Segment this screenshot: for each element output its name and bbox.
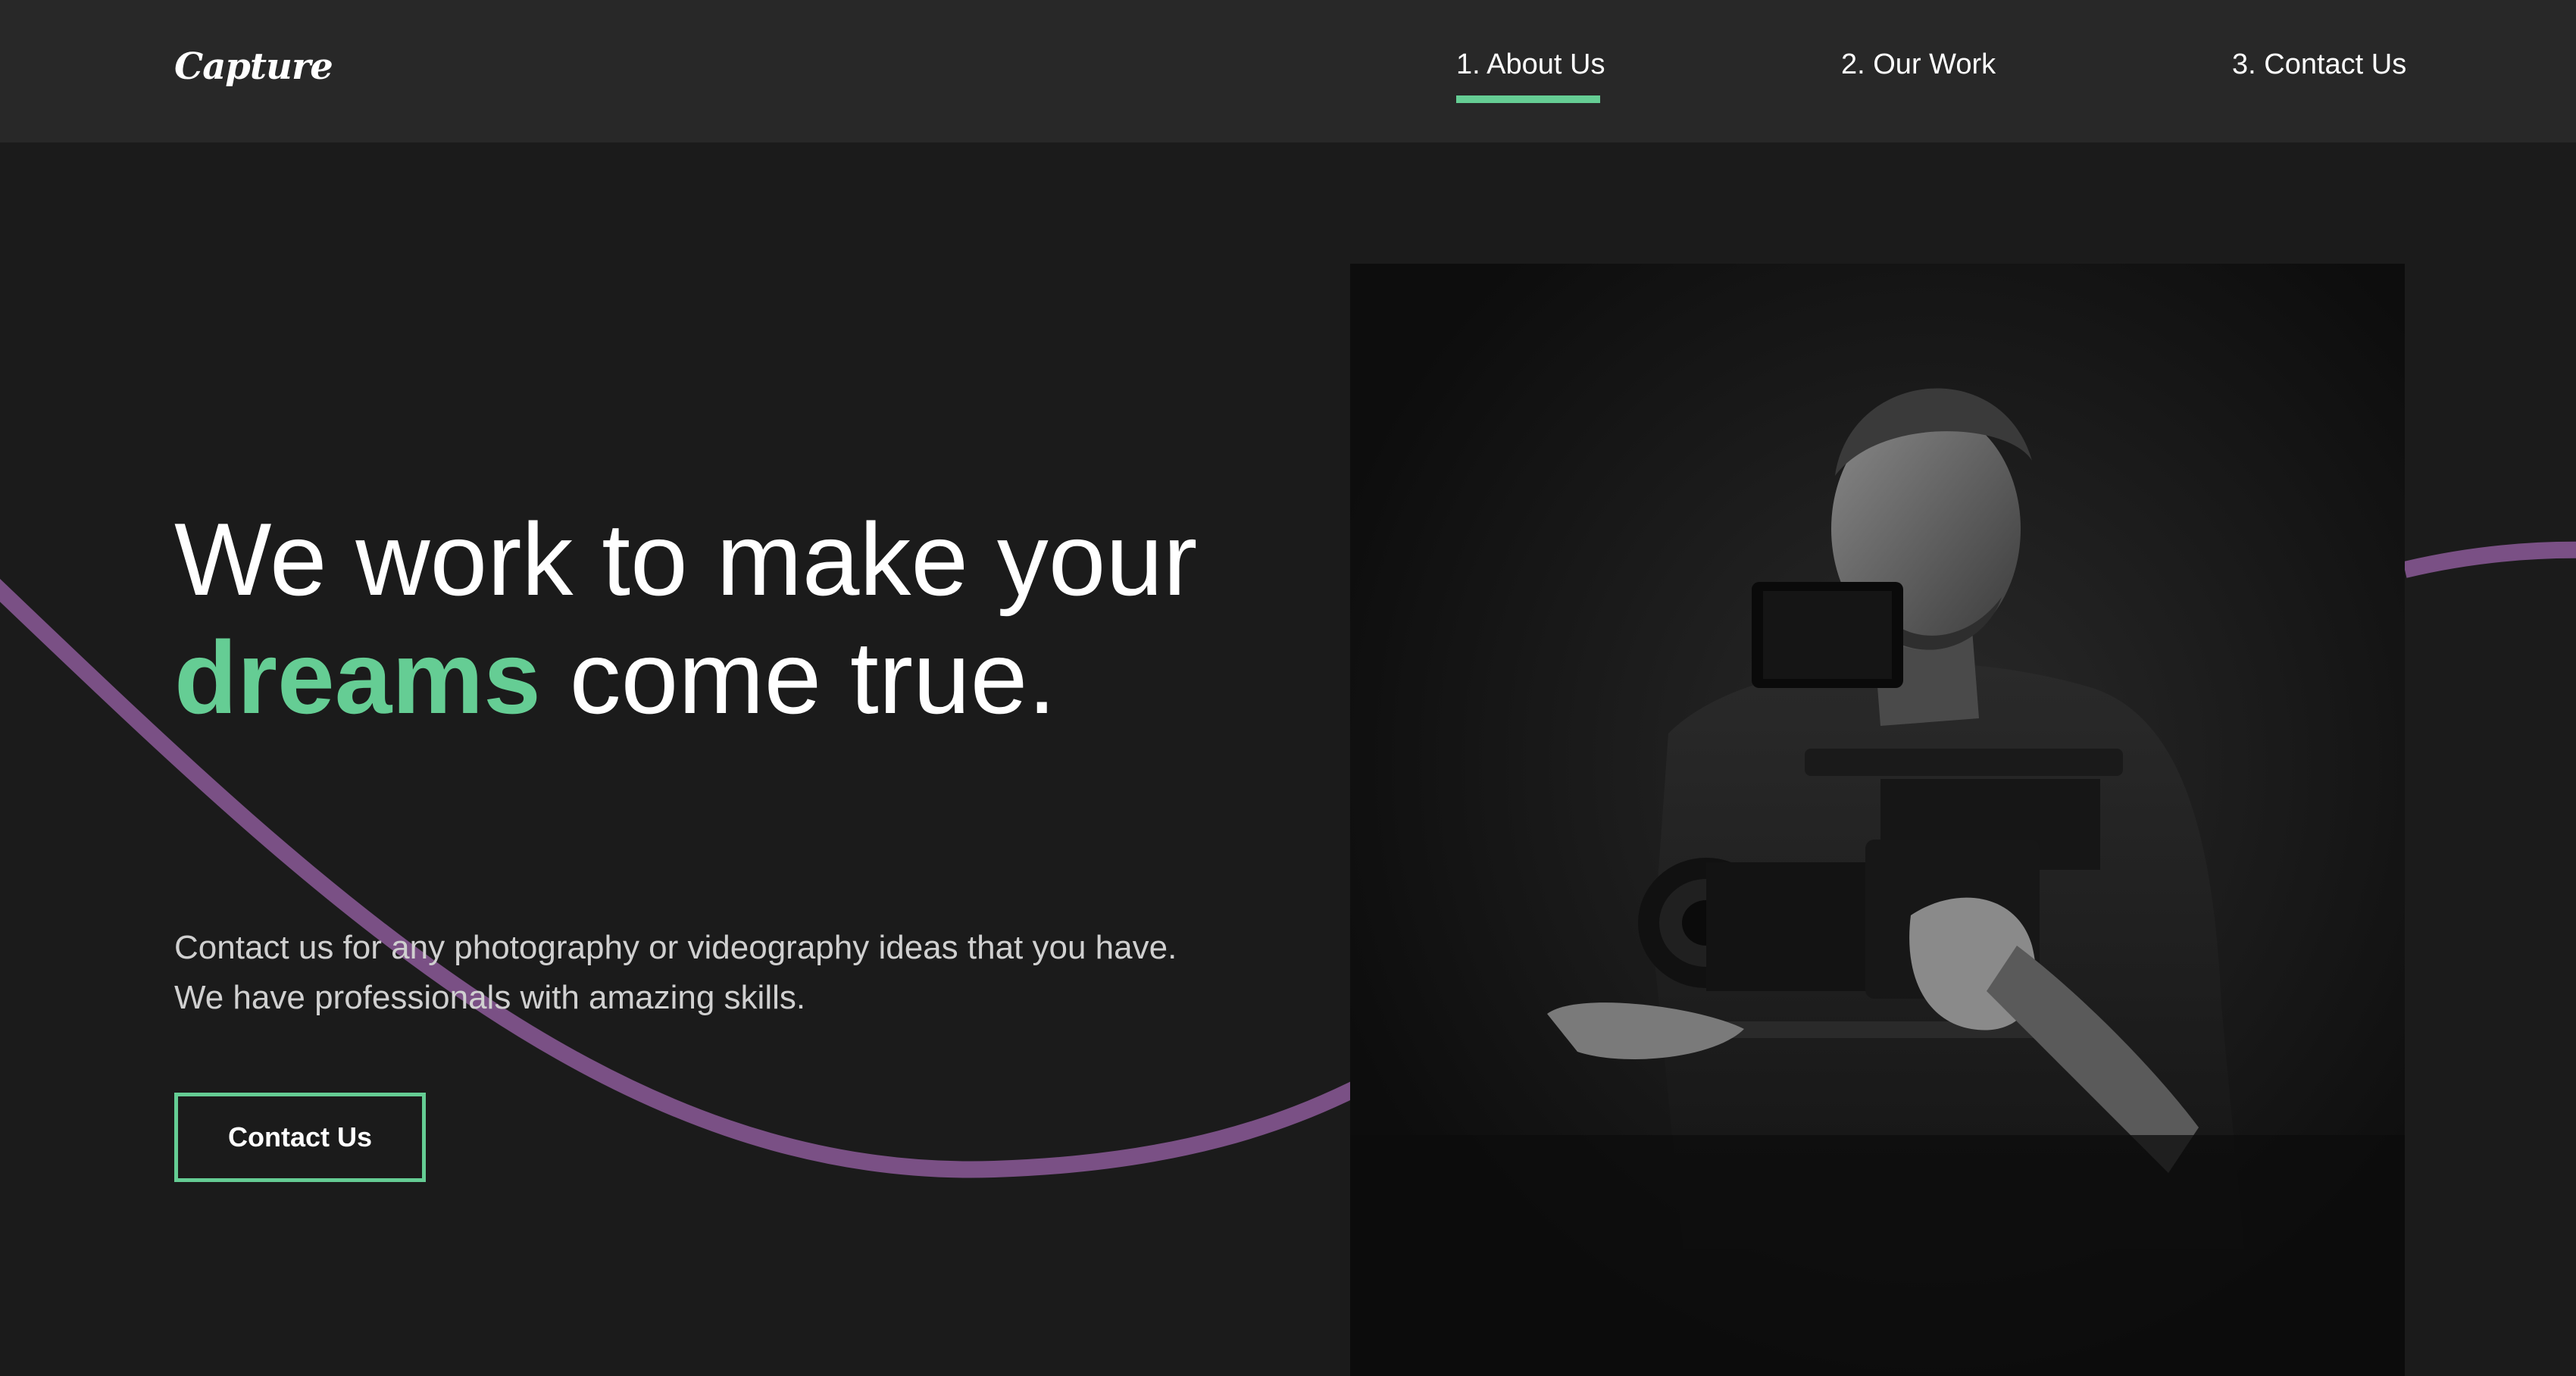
active-nav-indicator	[1456, 95, 1600, 103]
headline-accent: dreams	[174, 620, 541, 735]
nav-contact-us[interactable]: 3. Contact Us	[2232, 48, 2406, 81]
logo[interactable]: Capture	[174, 45, 333, 88]
nav-about-us[interactable]: 1. About Us	[1456, 48, 1605, 81]
hero-headline: We work to make your dreams come true.	[174, 500, 1235, 736]
headline-text-1: We work to make your	[174, 502, 1198, 617]
contact-us-button[interactable]: Contact Us	[174, 1093, 426, 1182]
headline-text-2: come true.	[540, 620, 1057, 735]
hero-subtext: Contact us for any photography or videog…	[174, 929, 1177, 1016]
site-header: Capture 1. About Us 2. Our Work 3. Conta…	[0, 0, 2576, 142]
camera-operator-photo	[1350, 264, 2405, 1376]
nav-our-work[interactable]: 2. Our Work	[1841, 48, 1996, 81]
